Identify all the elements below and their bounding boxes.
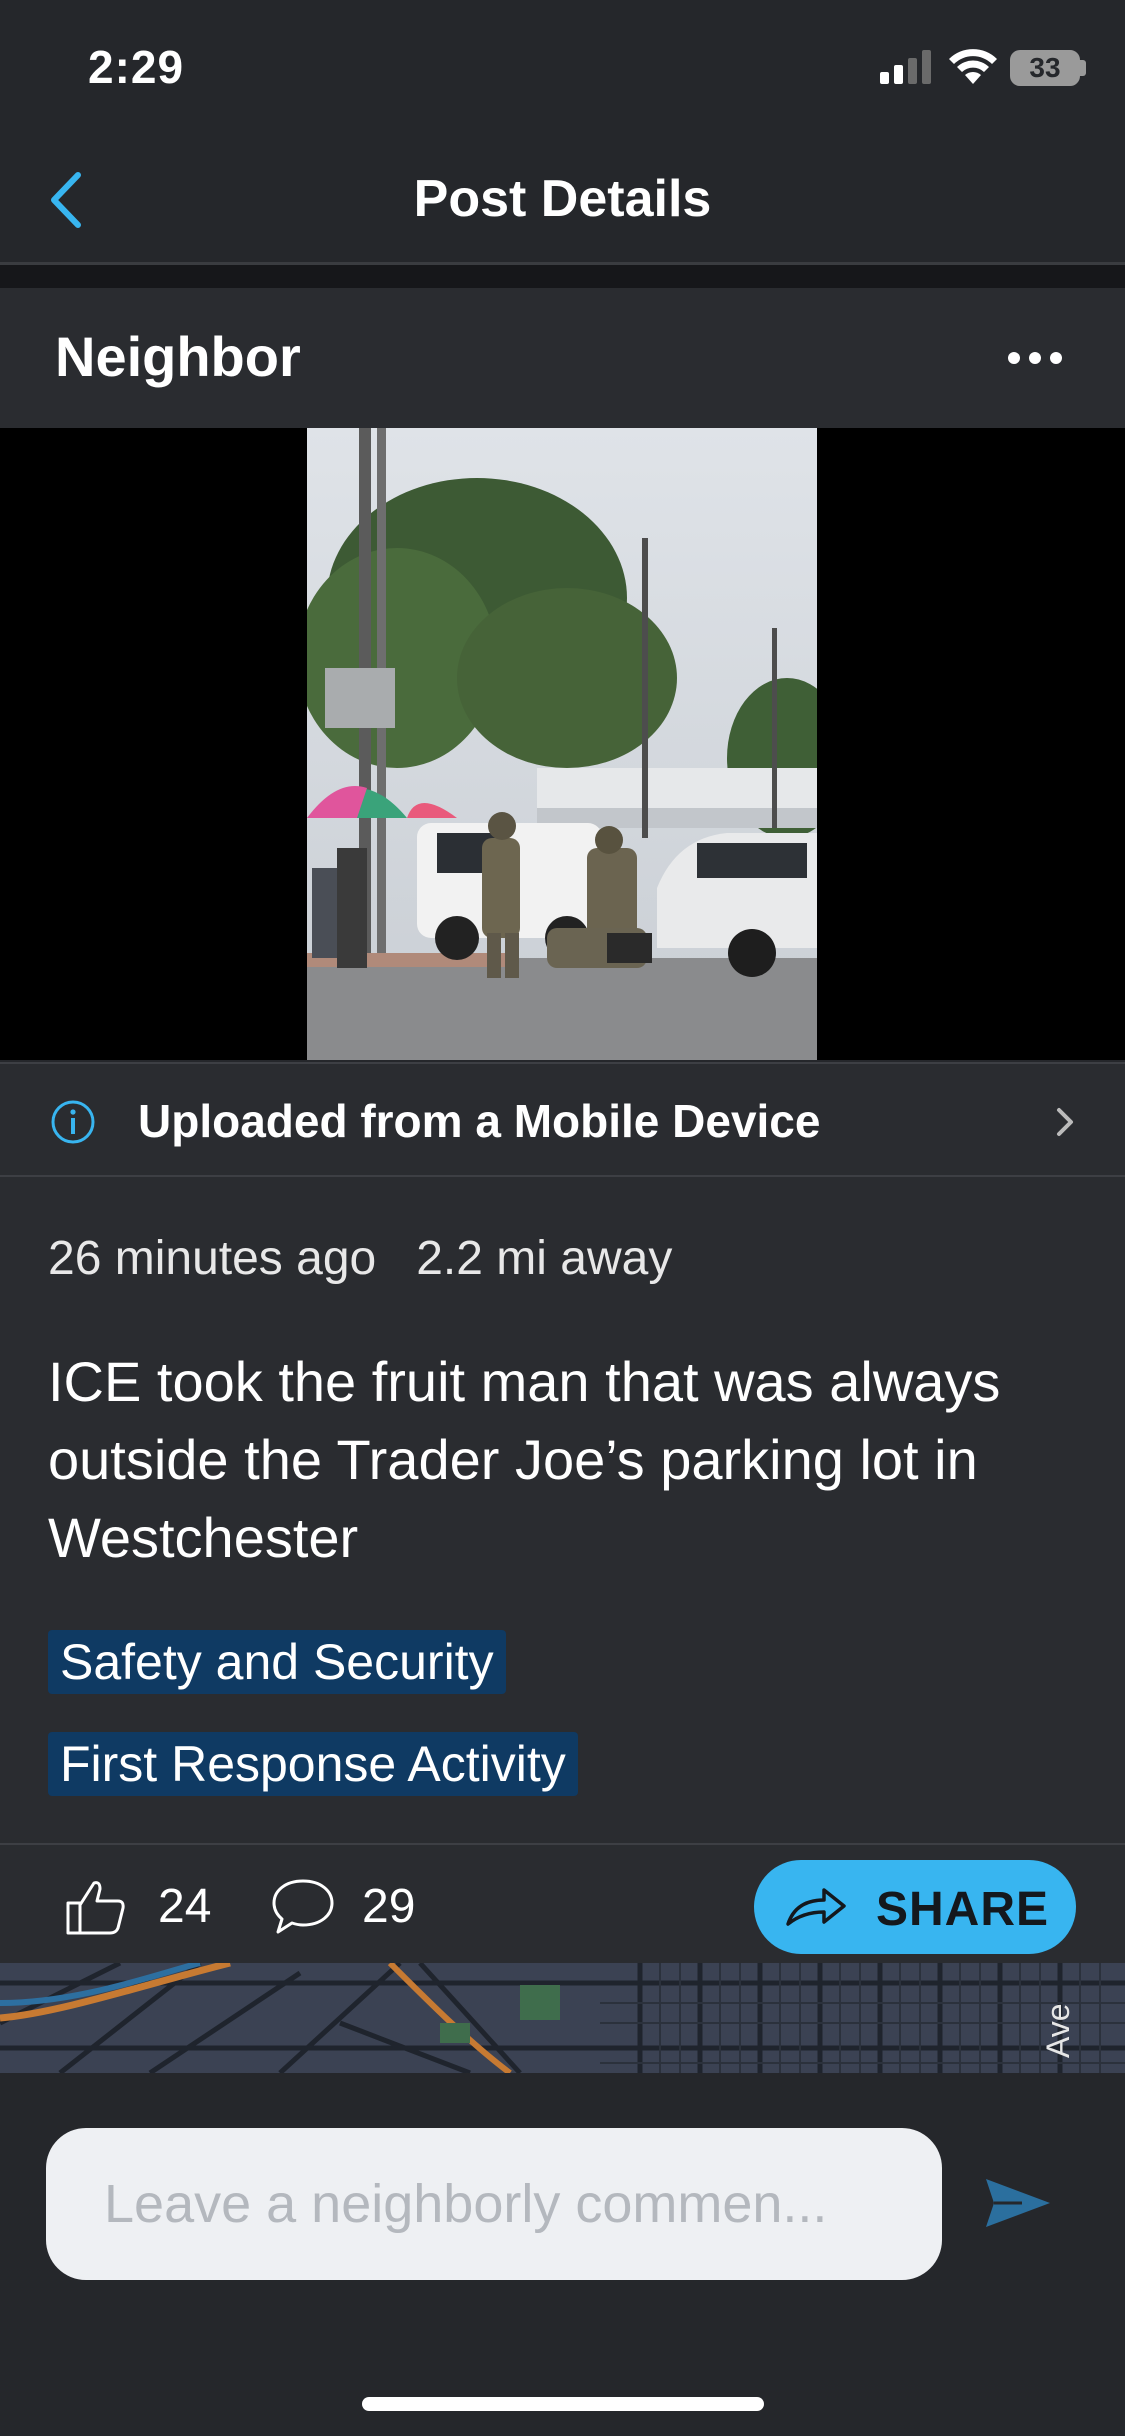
- comment-bar: [0, 2073, 1125, 2333]
- location-map[interactable]: Ave: [0, 1963, 1125, 2073]
- battery-tip: [1080, 60, 1086, 76]
- tag-safety-and-security[interactable]: Safety and Security: [48, 1630, 506, 1694]
- post-body: 26 minutes ago 2.2 mi away ICE took the f…: [0, 1177, 1125, 1843]
- ellipsis-icon[interactable]: [1000, 338, 1070, 378]
- like-count: 24: [158, 1880, 212, 1933]
- page-title: Post Details: [413, 170, 712, 228]
- tag-first-response-activity[interactable]: First Response Activity: [48, 1732, 578, 1796]
- comment-input[interactable]: [46, 2128, 942, 2280]
- wifi-icon: [949, 49, 997, 84]
- status-bar: 2:29 33: [0, 0, 1125, 135]
- battery-icon: 33: [1010, 50, 1080, 86]
- author-name[interactable]: Neighbor: [55, 324, 301, 389]
- nav-bar: Post Details: [0, 135, 1125, 265]
- post-distance: 2.2 mi away: [416, 1232, 673, 1285]
- post-time-ago: 26 minutes ago: [48, 1232, 377, 1285]
- post-text: ICE took the fruit man that was always o…: [48, 1350, 1001, 1569]
- map-street-label: Ave: [1040, 2003, 1076, 2058]
- upload-info-label: Uploaded from a Mobile Device: [138, 1095, 821, 1147]
- comment-bubble-icon[interactable]: [270, 1875, 336, 1937]
- home-indicator[interactable]: [362, 2397, 764, 2411]
- info-icon: [51, 1100, 95, 1144]
- post-header: Neighbor: [0, 288, 1125, 428]
- send-icon[interactable]: [982, 2173, 1054, 2233]
- post-meta: 26 minutes ago 2.2 mi away: [48, 1231, 672, 1286]
- cellular-signal-icon: [880, 50, 931, 84]
- comment-count: 29: [362, 1880, 416, 1933]
- status-time: 2:29: [88, 41, 185, 93]
- chevron-right-icon: [1057, 1108, 1073, 1136]
- post-media[interactable]: [0, 428, 1125, 1060]
- share-arrow-icon: [786, 1888, 846, 1926]
- section-divider: [0, 265, 1125, 288]
- post-actions: 24 29 SHARE: [0, 1843, 1125, 1963]
- post-photo[interactable]: [307, 428, 817, 1060]
- share-label: SHARE: [876, 1883, 1050, 1936]
- thumbs-up-icon[interactable]: [64, 1877, 128, 1937]
- share-button[interactable]: SHARE: [754, 1860, 1076, 1954]
- upload-info-row[interactable]: Uploaded from a Mobile Device: [0, 1062, 1125, 1177]
- home-indicator-area: [0, 2333, 1125, 2436]
- map-graphic: [0, 1963, 1125, 2073]
